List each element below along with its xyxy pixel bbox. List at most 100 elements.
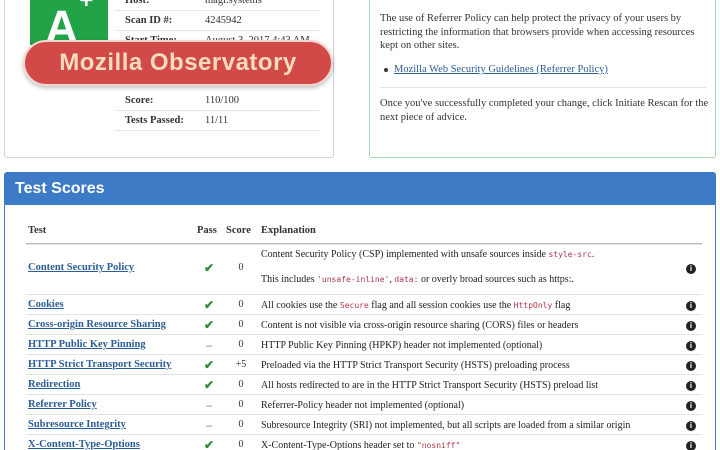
column-header-score: Score	[226, 225, 251, 236]
explanation-text: All cookies use the	[261, 300, 340, 311]
explanation-text: All hosts redirected to are in the HTTP …	[261, 380, 599, 391]
explanation-text: Subresource Integrity (SRI) not implemen…	[261, 420, 631, 431]
advice-divider	[380, 87, 706, 88]
score-value: 0	[238, 419, 244, 430]
summary-label: Tests Passed:	[125, 115, 184, 126]
table-row: Subresource Integrity – 0 Subresource Integ…	[26, 414, 702, 434]
table-row: Cross-origin Resource Sharing ✔ 0 Content i…	[26, 314, 702, 334]
grade-modifier: +	[79, 0, 94, 14]
explanation-text: flag	[552, 300, 571, 311]
explanation-text: or overly broad sources such as https:.	[418, 274, 574, 285]
neutral-dash-icon: –	[206, 418, 212, 432]
pass-check-icon: ✔	[203, 378, 215, 392]
summary-value: 110/100	[205, 95, 240, 106]
pass-check-icon: ✔	[203, 298, 215, 312]
summary-row-scan-id: Scan ID #: 4245942	[115, 11, 319, 31]
table-row: X-Content-Type-Options ✔ 0 X-Content-Type-O…	[26, 434, 702, 450]
code-snippet: "nosniff"	[416, 441, 461, 450]
explanation: All hosts redirected to are in the HTTP …	[261, 380, 598, 391]
summary-value: 11/11	[205, 115, 229, 126]
pass-check-icon: ✔	[203, 358, 215, 372]
score-value: 0	[238, 439, 244, 450]
test-link-cookies[interactable]: Cookies	[28, 299, 64, 310]
explanation: Subresource Integrity (SRI) not implemen…	[261, 420, 630, 431]
summary-label: Host:	[125, 0, 150, 6]
test-scores-panel: Test Scores Test Pass Score Explanation …	[4, 172, 716, 450]
score-value: 0	[238, 339, 244, 350]
info-icon[interactable]: i	[686, 441, 696, 450]
info-icon[interactable]: i	[686, 264, 696, 274]
explanation: All cookies use the Secure flag and all …	[261, 300, 570, 311]
score-value: 0	[238, 262, 244, 273]
recommendation-card: The use of Referrer Policy can help prot…	[369, 0, 716, 158]
test-link-content-security-policy[interactable]: Content Security Policy	[28, 262, 134, 273]
explanation-text: Content Security Policy (CSP) implemente…	[261, 249, 549, 260]
explanation-detail: This includes 'unsafe-inline', data: or …	[261, 274, 574, 285]
table-row: Referrer Policy – 0 Referrer-Policy header …	[26, 394, 702, 414]
test-link-x-content-type-options[interactable]: X-Content-Type-Options	[28, 439, 140, 450]
explanation: Referrer-Policy header not implemented (…	[261, 400, 464, 411]
summary-label: Scan ID #:	[125, 15, 173, 26]
test-link-redirection[interactable]: Redirection	[28, 379, 80, 390]
neutral-dash-icon: –	[206, 338, 212, 352]
column-header-test: Test	[28, 225, 47, 236]
explanation: Content is not visible via cross-origin …	[261, 320, 578, 331]
score-value: +5	[235, 359, 247, 370]
code-snippet: style-src	[548, 250, 592, 259]
summary-value: magi.systems	[205, 0, 262, 6]
neutral-dash-icon: –	[206, 398, 212, 412]
summary-row-host: Host: magi.systems	[115, 0, 319, 11]
code-snippet: data:	[394, 275, 419, 284]
explanation-text: This includes	[261, 274, 318, 285]
score-value: 0	[238, 399, 244, 410]
table-row: HTTP Public Key Pinning – 0 HTTP Public Key…	[26, 334, 702, 354]
rescan-instructions: Once you've successfully completed your …	[380, 98, 709, 123]
explanation-text: Preloaded via the HTTP Strict Transport …	[261, 360, 570, 371]
explanation: Preloaded via the HTTP Strict Transport …	[261, 360, 570, 371]
code-snippet: HttpOnly	[513, 301, 553, 310]
info-icon[interactable]: i	[686, 421, 696, 431]
summary-row-score: Score: 110/100	[115, 91, 319, 111]
info-icon[interactable]: i	[686, 321, 696, 331]
explanation-text: X-Content-Type-Options header set to	[261, 440, 417, 450]
summary-row-tests-passed: Tests Passed: 11/11	[115, 111, 319, 131]
explanation-text: Referrer-Policy header not implemented (…	[261, 400, 465, 411]
code-snippet: Secure	[339, 301, 369, 310]
column-header-explanation: Explanation	[261, 225, 316, 236]
explanation: X-Content-Type-Options header set to "no…	[261, 440, 460, 450]
test-link-http-public-key-pinning[interactable]: HTTP Public Key Pinning	[28, 339, 146, 350]
explanation-text: Content is not visible via cross-origin …	[261, 320, 579, 331]
scan-summary-card: A+ Host: magi.systems Scan ID #: 4245942…	[4, 0, 334, 158]
code-snippet: 'unsafe-inline'	[317, 275, 390, 284]
test-link-cross-origin-resource-sharing[interactable]: Cross-origin Resource Sharing	[28, 319, 166, 330]
info-icon[interactable]: i	[686, 341, 696, 351]
advice-text: The use of Referrer Policy can help prot…	[380, 13, 695, 51]
grade-badge: A+	[30, 0, 108, 52]
info-icon[interactable]: i	[686, 381, 696, 391]
test-link-http-strict-transport-security[interactable]: HTTP Strict Transport Security	[28, 359, 171, 370]
explanation: HTTP Public Key Pinning (HPKP) header no…	[261, 340, 542, 351]
test-scores-title: Test Scores	[5, 173, 715, 205]
explanation-text: HTTP Public Key Pinning (HPKP) header no…	[261, 340, 543, 351]
pass-check-icon: ✔	[203, 261, 215, 275]
explanation-text: .	[591, 249, 595, 260]
pass-check-icon: ✔	[203, 318, 215, 332]
test-link-subresource-integrity[interactable]: Subresource Integrity	[28, 419, 126, 430]
summary-label: Score:	[125, 95, 154, 106]
summary-value: 4245942	[205, 15, 242, 26]
table-row: HTTP Strict Transport Security ✔ +5 Preload…	[26, 354, 702, 374]
pass-check-icon: ✔	[203, 438, 215, 450]
table-row: Cookies ✔ 0 All cookies use the Secure flag…	[26, 294, 702, 314]
info-icon[interactable]: i	[686, 361, 696, 371]
score-value: 0	[238, 319, 244, 330]
info-icon[interactable]: i	[686, 401, 696, 411]
score-value: 0	[238, 379, 244, 390]
column-header-pass: Pass	[197, 225, 217, 236]
info-icon[interactable]: i	[686, 301, 696, 311]
table-row: Redirection ✔ 0 All hosts redirected to are…	[26, 374, 702, 394]
table-row: Content Security Policy ✔ 0 Content Securit…	[26, 244, 702, 294]
explanation-text: flag and all session cookies use the	[368, 300, 514, 311]
referrer-policy-guidelines-link[interactable]: Mozilla Web Security Guidelines (Referre…	[384, 63, 608, 77]
test-link-referrer-policy[interactable]: Referrer Policy	[28, 399, 97, 410]
score-value: 0	[238, 299, 244, 310]
